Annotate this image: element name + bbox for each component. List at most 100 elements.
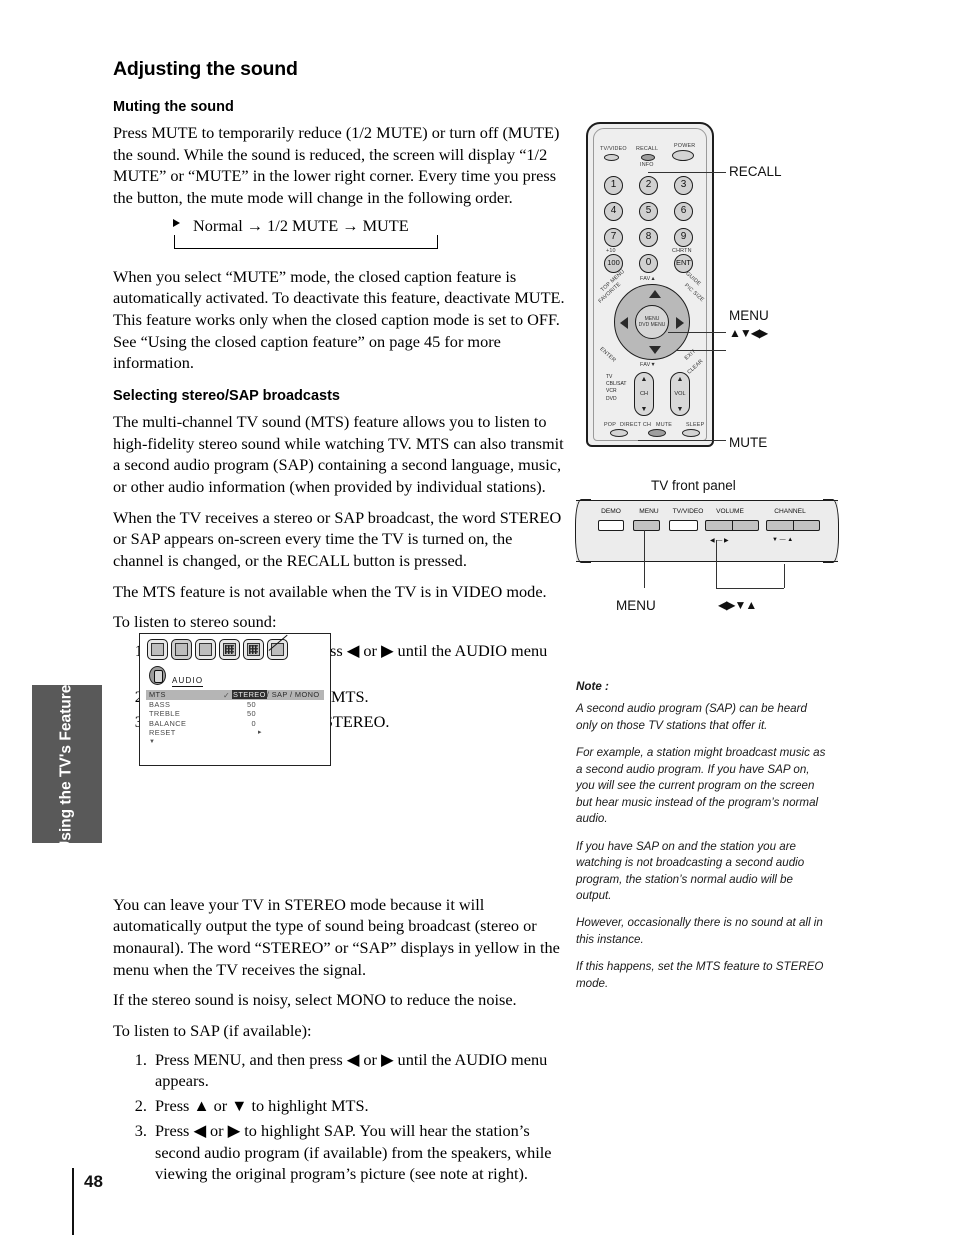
- remote-clear-label: CLEAR: [686, 358, 705, 376]
- callout-mute: MUTE: [729, 435, 768, 450]
- remote-key-0[interactable]: 0: [639, 254, 658, 273]
- dpad-right-icon[interactable]: [676, 317, 684, 329]
- mute-cycle-diagram: Normal → 1/2 MUTE → MUTE: [113, 216, 565, 256]
- paragraph-mts-video-mode: The MTS feature is not available when th…: [113, 581, 547, 601]
- remote-key-9[interactable]: 9: [674, 228, 693, 247]
- front-panel-tv-video-button[interactable]: [669, 520, 698, 531]
- tv-front-panel-figure: TV front panel DEMO MENU TV/VIDEO VOLUME…: [575, 478, 846, 618]
- remote-mute-label: MUTE: [656, 422, 673, 428]
- channel-rocker-label: CH: [639, 391, 649, 397]
- remote-key-1[interactable]: 1: [604, 176, 623, 195]
- remote-key-6[interactable]: 6: [674, 202, 693, 221]
- callout-menu: MENU: [729, 308, 769, 323]
- remote-direct-ch-label: DIRECT CH: [620, 422, 652, 428]
- front-panel-volume-arrows-icon: ◀ — ▶: [710, 538, 729, 544]
- callout-line-menu: [668, 332, 726, 333]
- paragraph-stereo-onscreen: When the TV receives a stereo or SAP bro…: [113, 507, 562, 571]
- volume-down-icon[interactable]: ▼: [671, 406, 689, 413]
- remote-channel-rocker[interactable]: ▲ CH ▼: [634, 372, 654, 416]
- menu-row-reset-arrow-icon: ▸: [258, 729, 262, 737]
- menu-row-treble-value: 50: [246, 709, 256, 719]
- front-callout-line-menu: [644, 530, 646, 588]
- menu-row-mts-label: MTS: [149, 690, 166, 699]
- front-panel-title: TV front panel: [651, 478, 736, 493]
- dpad-down-icon[interactable]: [649, 346, 661, 354]
- callout-dpad-arrows: ▲▼◀▶: [729, 326, 768, 340]
- chapter-tab-label: Using the TV's Features: [57, 676, 75, 852]
- remote-pop-button[interactable]: [610, 429, 628, 437]
- remote-fav-up-label: FAV▲: [640, 276, 656, 282]
- audio-menu-icon: [171, 639, 192, 660]
- remote-tv-video-button[interactable]: [604, 154, 619, 161]
- remote-tv-video-label: TV/VIDEO: [600, 146, 627, 152]
- front-panel-menu-button[interactable]: [633, 520, 660, 531]
- channel-down-icon[interactable]: ▼: [635, 406, 653, 413]
- remote-mode-vcr[interactable]: VCR: [606, 388, 626, 395]
- front-panel-channel-buttons[interactable]: [766, 520, 820, 531]
- audio-menu-rows: MTS ✓ STEREO/ SAP / MONO BASS 50 TREBLE …: [146, 690, 324, 738]
- remote-sleep-button[interactable]: [682, 429, 700, 437]
- front-callout-line-arrows-join: [716, 588, 784, 590]
- remote-mute-button[interactable]: [648, 429, 666, 437]
- menu-row-mts: MTS ✓ STEREO/ SAP / MONO: [146, 690, 324, 700]
- remote-key-8[interactable]: 8: [639, 228, 658, 247]
- audio-menu-title: AUDIO: [172, 676, 204, 687]
- remote-key-2[interactable]: 2: [639, 176, 658, 195]
- remote-mode-list: TV CBL/SAT VCR DVD: [606, 374, 626, 403]
- main-text-column: Adjusting the sound Muting the sound Pre…: [113, 58, 565, 1194]
- remote-recall-label: RECALL: [636, 146, 659, 152]
- menu-row-bass-label: BASS: [149, 699, 171, 709]
- remote-pic-size-label: PIC SIZE: [683, 282, 705, 304]
- remote-recall-button[interactable]: [641, 154, 655, 161]
- remote-key-7[interactable]: 7: [604, 228, 623, 247]
- remote-key-3[interactable]: 3: [674, 176, 693, 195]
- dpad-left-icon[interactable]: [620, 317, 628, 329]
- remote-key-4[interactable]: 4: [604, 202, 623, 221]
- audio-menu-large-icon: [149, 666, 166, 685]
- remote-body: TV/VIDEO RECALL INFO POWER 1 2 3 4 5 6 7…: [586, 122, 714, 447]
- menu-row-reset: RESET ▸: [146, 728, 324, 738]
- cycle-loop-line: [174, 234, 438, 249]
- front-callout-arrows: ◀▶▼▲: [718, 598, 757, 612]
- remote-menu-button[interactable]: MENU DVD MENU: [635, 305, 669, 339]
- remote-key-enter[interactable]: ENT: [674, 254, 693, 273]
- page-number: 48: [84, 1172, 103, 1191]
- callout-line-mute: [638, 440, 726, 441]
- page-title: Adjusting the sound: [113, 58, 298, 80]
- remote-mode-cbl-sat[interactable]: CBL/SAT: [606, 381, 626, 388]
- remote-menu-button-line2: DVD MENU: [638, 322, 666, 328]
- video-input-menu-icon: [195, 639, 216, 660]
- list-item: Press ◀ or ▶ to highlight SAP. You will …: [151, 1120, 565, 1185]
- front-panel-menu-label: MENU: [639, 508, 659, 515]
- front-panel-channel-arrows-icon: ▼ — ▲: [772, 537, 794, 543]
- menu-row-mts-value: STEREO/ SAP / MONO: [232, 690, 320, 700]
- remote-mode-tv[interactable]: TV: [606, 374, 626, 381]
- volume-rocker-label: VOL: [674, 391, 686, 397]
- front-panel-demo-button[interactable]: [598, 520, 624, 531]
- paragraph-stereo-mode-advice: You can leave your TV in STEREO mode bec…: [113, 894, 560, 979]
- remote-dpad[interactable]: MENU DVD MENU: [614, 284, 690, 360]
- channel-up-icon[interactable]: ▲: [635, 376, 653, 383]
- heading-muting-the-sound: Muting the sound: [113, 99, 234, 115]
- front-panel-volume-label: VOLUME: [716, 508, 744, 515]
- manual-page: Using the TV's Features Adjusting the so…: [0, 0, 954, 1235]
- note-paragraph: If this happens, set the MTS feature to …: [576, 960, 824, 990]
- cycle-arrowhead-icon: [173, 218, 180, 227]
- remote-key-5[interactable]: 5: [639, 202, 658, 221]
- heading-selecting-stereo-sap: Selecting stereo/SAP broadcasts: [113, 388, 340, 405]
- menu-row-treble-label: TREBLE: [149, 709, 181, 719]
- dpad-up-icon[interactable]: [649, 290, 661, 298]
- front-panel-body: DEMO MENU TV/VIDEO VOLUME CHANNEL ◀ — ▶ …: [575, 499, 839, 563]
- remote-mode-dvd[interactable]: DVD: [606, 396, 626, 403]
- note-paragraph: If you have SAP on and the station you a…: [576, 839, 805, 902]
- remote-control-figure: TV/VIDEO RECALL INFO POWER 1 2 3 4 5 6 7…: [576, 122, 726, 447]
- volume-up-icon[interactable]: ▲: [671, 376, 689, 383]
- lock-menu-icon: [267, 639, 288, 660]
- menu-row-reset-label: RESET: [149, 728, 176, 738]
- remote-volume-rocker[interactable]: ▲ VOL ▼: [670, 372, 690, 416]
- page-rule: [72, 1168, 74, 1235]
- front-panel-volume-buttons[interactable]: [705, 520, 759, 531]
- menu-icon-row: [147, 639, 288, 660]
- remote-fav-down-label: FAV▼: [640, 362, 656, 368]
- remote-power-button[interactable]: [672, 150, 694, 161]
